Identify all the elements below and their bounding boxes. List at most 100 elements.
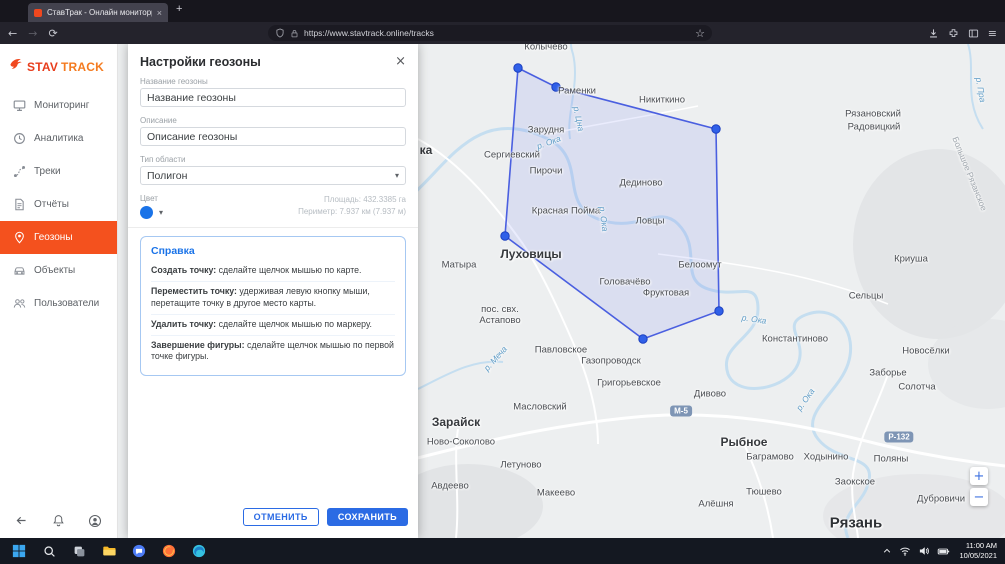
area-type-group: Тип области Полигон ▾ [140, 155, 406, 185]
search-icon[interactable] [38, 540, 60, 562]
chevron-up-icon[interactable] [882, 546, 892, 556]
color-swatch[interactable] [140, 206, 153, 219]
task-view-icon[interactable] [68, 540, 90, 562]
description-label: Описание [140, 116, 406, 125]
description-group: Описание Описание геозоны [140, 116, 406, 146]
help-items: Создать точку: сделайте щелчок мышью по … [151, 261, 395, 367]
chevron-down-icon: ▾ [395, 171, 399, 180]
cancel-button[interactable]: ОТМЕНИТЬ [243, 508, 319, 526]
geofence-pin-icon [13, 231, 26, 244]
sidebar-toggle-icon[interactable] [968, 28, 979, 39]
forward-icon[interactable]: → [28, 28, 37, 39]
taskbar-tray-icons [882, 545, 950, 558]
bookmark-star-icon[interactable]: ☆ [695, 28, 705, 39]
shield-icon[interactable] [275, 28, 285, 38]
polygon-vertex[interactable] [514, 64, 522, 72]
polygon-vertex[interactable] [501, 232, 509, 240]
zoom-in-button[interactable]: + [970, 467, 988, 485]
color-picker[interactable]: ▾ [140, 206, 163, 219]
vehicle-icon [13, 264, 26, 277]
wifi-icon[interactable] [899, 545, 911, 557]
logo-text-track: TRACK [61, 60, 104, 74]
sidebar-item-label: Мониторинг [34, 100, 89, 111]
back-arrow-icon[interactable] [15, 514, 28, 528]
sidebar-item-clock[interactable]: Аналитика [0, 122, 117, 155]
sidebar-nav: Мониторинг Аналитика Треки ОтчётыГеозоны Объ… [0, 89, 117, 320]
sidebar-item-route[interactable]: Треки [0, 155, 117, 188]
clock-icon [13, 132, 26, 145]
description-input[interactable]: Описание геозоны [140, 127, 406, 146]
geozone-name-label: Название геозоны [140, 77, 406, 86]
color-label: Цвет [140, 194, 163, 203]
sidebar-item-vehicle[interactable]: Объекты [0, 254, 117, 287]
download-icon[interactable] [928, 28, 939, 39]
sidebar-item-label: Пользователи [34, 298, 99, 309]
url-bar[interactable]: https://www.stavtrack.online/tracks ☆ [268, 25, 712, 41]
help-item: Переместить точку: удерживая левую кнопк… [151, 282, 395, 315]
tab-favicon [34, 9, 42, 17]
panel-title: Настройки геозоны [140, 55, 261, 69]
file-explorer-icon[interactable] [98, 540, 120, 562]
logo-bird-icon [8, 56, 24, 77]
area-type-select[interactable]: Полигон ▾ [140, 166, 406, 185]
sidebar-item-label: Треки [34, 166, 61, 177]
users-icon [13, 297, 26, 310]
area-type-value: Полигон [147, 170, 187, 182]
taskbar: 11:00 AM 10/05/2021 [0, 538, 1005, 564]
color-row: Цвет ▾ Площадь: 432.3385 га Периметр: 7.… [140, 194, 406, 219]
polygon-vertex[interactable] [715, 307, 723, 315]
app-content: STAVTRACK Мониторинг Аналитика Треки Отчёты… [0, 44, 1005, 538]
area-type-label: Тип области [140, 155, 406, 164]
browser-titlebar: СтавТрак - Онлайн мониторр × + [0, 0, 1005, 22]
extensions-puzzle-icon[interactable] [948, 28, 959, 39]
windows-start-icon[interactable] [8, 540, 30, 562]
lock-icon[interactable] [290, 29, 299, 38]
sidebar-bottom [0, 514, 117, 528]
report-icon [13, 198, 26, 211]
close-icon[interactable]: × [395, 54, 406, 69]
route-icon [13, 165, 26, 178]
firefox-icon[interactable] [158, 540, 180, 562]
logo-text-stav: STAV [27, 60, 58, 74]
sidebar-item-report[interactable]: Отчёты [0, 188, 117, 221]
geozone-settings-panel: Настройки геозоны × Название геозоны Наз… [128, 44, 418, 538]
bell-icon[interactable] [52, 514, 65, 528]
battery-icon[interactable] [937, 545, 950, 558]
profile-icon[interactable] [88, 514, 102, 528]
taskbar-clock[interactable]: 11:00 AM 10/05/2021 [959, 541, 997, 561]
app-logo[interactable]: STAVTRACK [0, 44, 117, 89]
divider [128, 227, 418, 228]
screen: СтавТрак - Онлайн мониторр × + ← → ⟳ htt… [0, 0, 1005, 564]
polygon-vertex[interactable] [712, 125, 720, 133]
geozone-name-input[interactable]: Название геозоны [140, 88, 406, 107]
geometry-metrics: Площадь: 432.3385 га Периметр: 7.937 км … [298, 194, 406, 219]
clock-date: 10/05/2021 [959, 551, 997, 561]
browser-tab[interactable]: СтавТрак - Онлайн мониторр × [28, 3, 168, 22]
menu-icon[interactable]: ≡ [988, 28, 997, 39]
area-metric: Площадь: 432.3385 га [298, 194, 406, 206]
clock-time: 11:00 AM [959, 541, 997, 551]
polygon-vertex[interactable] [639, 335, 647, 343]
taskbar-tray: 11:00 AM 10/05/2021 [882, 541, 997, 561]
sidebar-item-monitor[interactable]: Мониторинг [0, 89, 117, 122]
help-item: Создать точку: сделайте щелчок мышью по … [151, 261, 395, 282]
polygon-vertex[interactable] [552, 83, 560, 91]
sidebar-item-label: Аналитика [34, 133, 84, 144]
help-title: Справка [151, 245, 395, 257]
reload-icon[interactable]: ⟳ [48, 28, 57, 39]
sidebar-item-geofence-pin[interactable]: Геозоны [0, 221, 117, 254]
new-tab-button[interactable]: + [176, 3, 182, 15]
help-box: Справка Создать точку: сделайте щелчок м… [140, 236, 406, 376]
edge-icon[interactable] [188, 540, 210, 562]
help-item: Удалить точку: сделайте щелчок мышью по … [151, 315, 395, 336]
tab-close-icon[interactable]: × [157, 8, 162, 18]
sidebar-item-label: Объекты [34, 265, 75, 276]
monitor-icon [13, 99, 26, 112]
back-icon[interactable]: ← [8, 28, 17, 39]
save-button[interactable]: СОХРАНИТЬ [327, 508, 408, 526]
geozone-name-value: Название геозоны [147, 92, 236, 104]
sidebar-item-users[interactable]: Пользователи [0, 287, 117, 320]
zoom-out-button[interactable]: − [970, 488, 988, 506]
teams-icon[interactable] [128, 540, 150, 562]
volume-icon[interactable] [918, 545, 930, 557]
